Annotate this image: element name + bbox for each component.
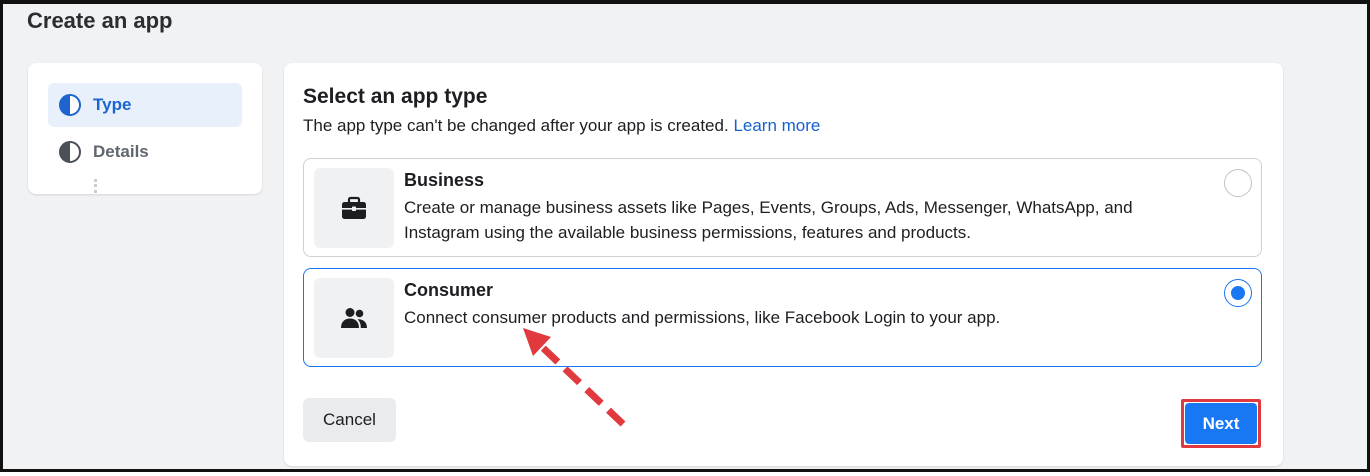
learn-more-link[interactable]: Learn more bbox=[733, 116, 820, 135]
option-business[interactable]: Business Create or manage business asset… bbox=[303, 158, 1262, 257]
cancel-button[interactable]: Cancel bbox=[303, 398, 396, 442]
radio-consumer[interactable] bbox=[1224, 279, 1252, 307]
steps-panel: Type Details bbox=[28, 63, 262, 194]
page-title: Create an app bbox=[27, 8, 173, 33]
radio-business[interactable] bbox=[1224, 169, 1252, 197]
next-button[interactable]: Next bbox=[1185, 403, 1257, 444]
app-type-card: Select an app type The app type can't be… bbox=[284, 63, 1283, 466]
step-connector bbox=[94, 179, 100, 193]
app-frame: Create an app Type Details Select an app… bbox=[0, 0, 1370, 472]
half-circle-step-icon bbox=[59, 94, 81, 116]
option-consumer-description: Connect consumer products and permission… bbox=[404, 308, 1001, 327]
section-title: Select an app type bbox=[303, 85, 488, 108]
option-icon-container bbox=[314, 168, 394, 248]
briefcase-icon bbox=[342, 196, 366, 219]
option-consumer[interactable]: Consumer Connect consumer products and p… bbox=[303, 268, 1262, 367]
option-icon-container bbox=[314, 278, 394, 358]
half-circle-step-icon bbox=[59, 141, 81, 163]
option-business-title: Business bbox=[404, 170, 485, 190]
step-type-label: Type bbox=[93, 95, 132, 114]
people-icon bbox=[341, 308, 367, 328]
option-consumer-title: Consumer bbox=[404, 280, 494, 300]
section-subtitle: The app type can't be changed after your… bbox=[303, 116, 820, 136]
step-details[interactable]: Details bbox=[48, 130, 242, 174]
subtitle-text: The app type can't be changed after your… bbox=[303, 116, 729, 135]
option-business-description: Create or manage business assets like Pa… bbox=[404, 198, 1133, 242]
step-details-label: Details bbox=[93, 142, 149, 161]
step-type[interactable]: Type bbox=[48, 83, 242, 127]
